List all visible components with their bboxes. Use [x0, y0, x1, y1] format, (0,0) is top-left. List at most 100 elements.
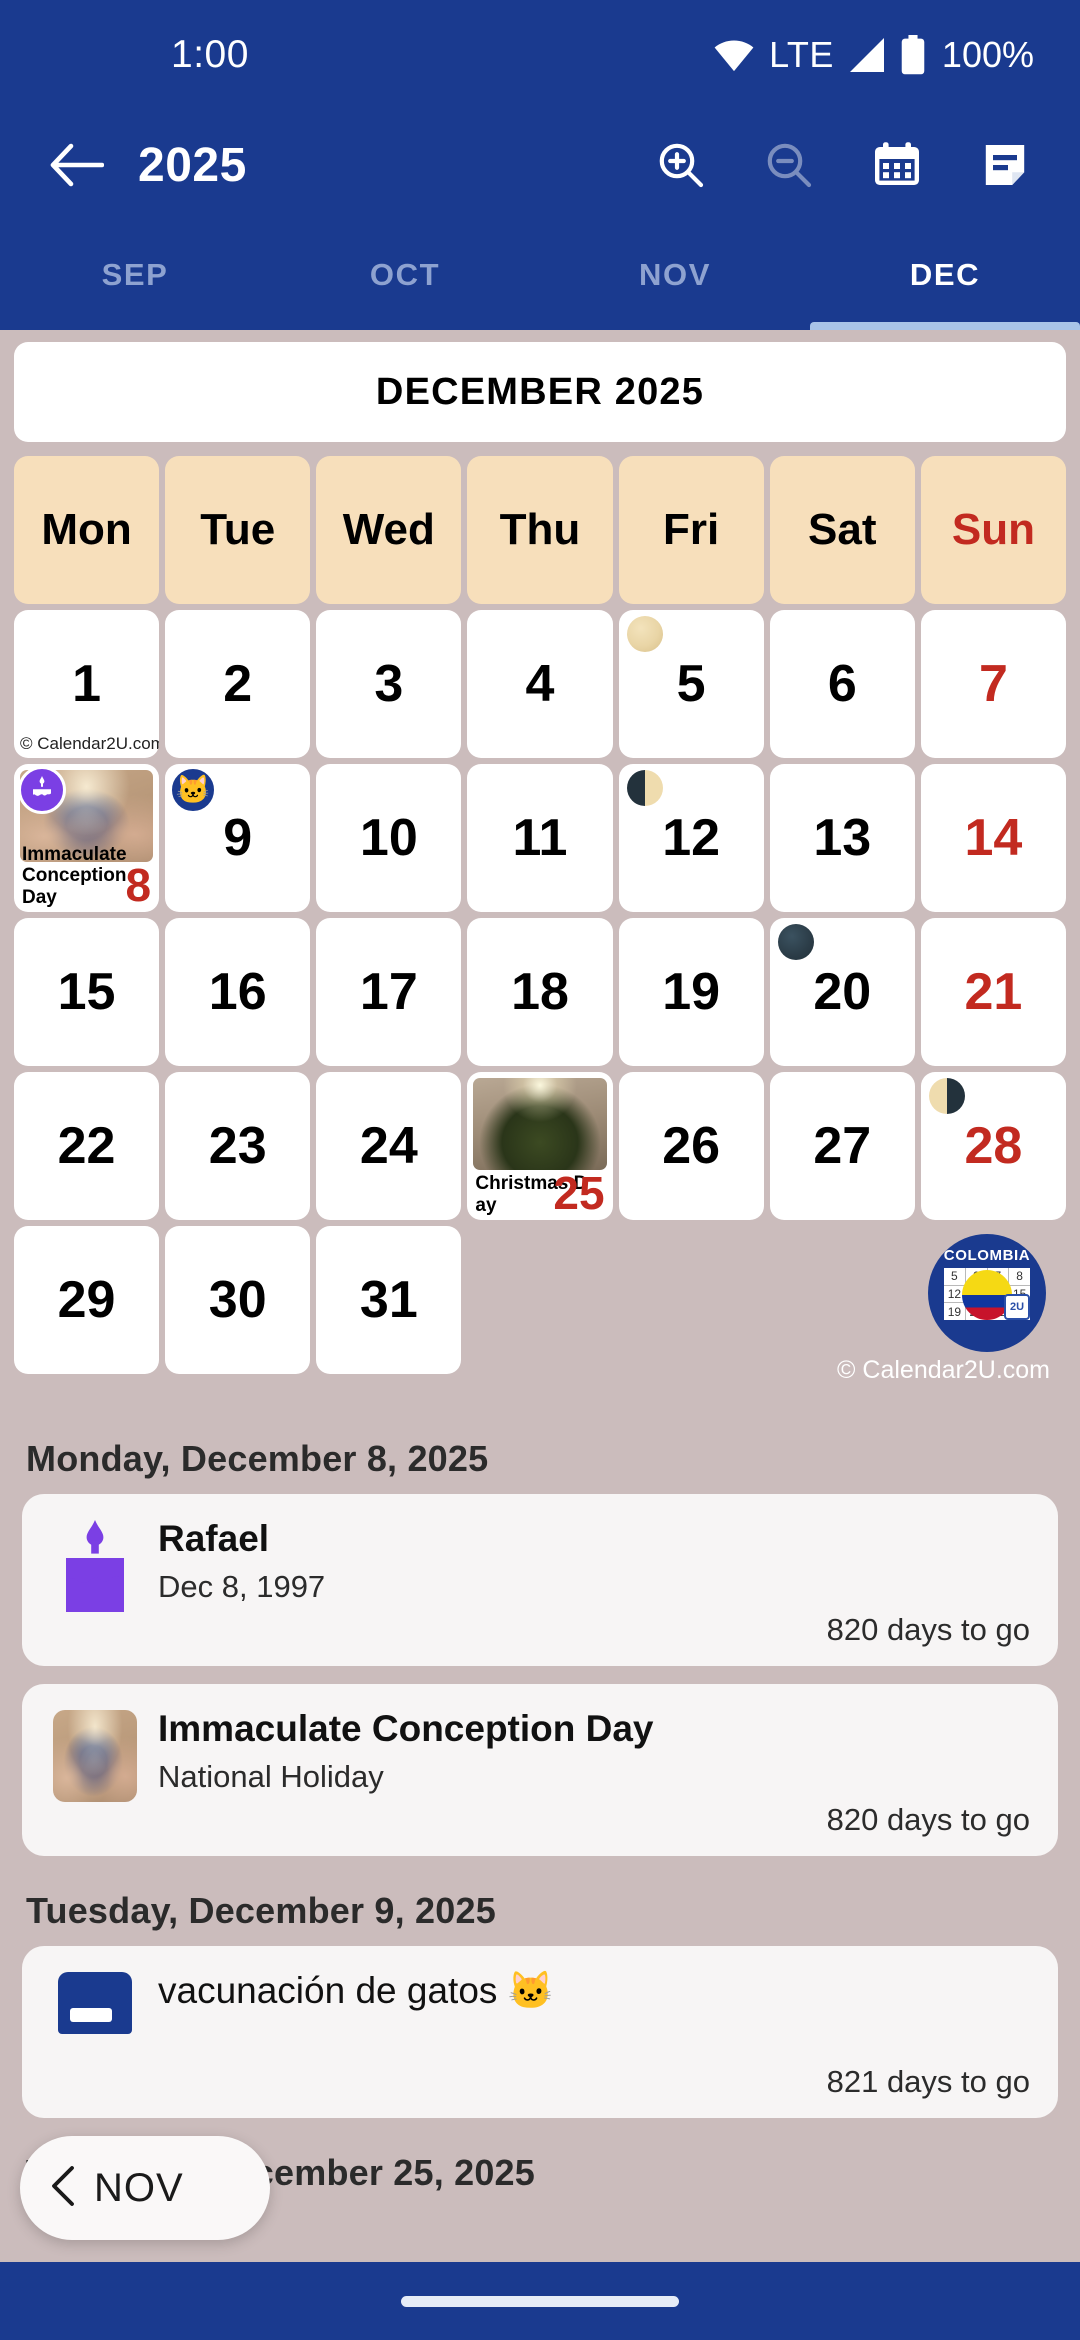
calendar-month-title: DECEMBER 2025 [14, 342, 1066, 442]
day-cell-4[interactable]: 4 [467, 610, 613, 758]
day-number: 6 [827, 655, 857, 713]
day-cell-14[interactable]: 14 [920, 764, 1066, 912]
notes-icon[interactable] [974, 134, 1036, 196]
day-number: 8 [125, 859, 152, 911]
day-number: 14 [964, 809, 1023, 867]
birthday-cake-icon [48, 1516, 142, 1648]
weekday-mon: Mon [14, 456, 160, 604]
day-cell-20[interactable]: 20 [769, 918, 915, 1066]
day-number: 22 [57, 1117, 116, 1175]
day-number: 18 [511, 963, 569, 1021]
day-number: 12 [662, 809, 721, 867]
weekday-wed: Wed [316, 456, 462, 604]
tab-sep[interactable]: SEP [0, 220, 270, 330]
zoom-in-icon[interactable] [650, 134, 712, 196]
event-subtitle: Dec 8, 1997 [158, 1568, 326, 1604]
day-number: 17 [359, 963, 418, 1021]
day-cell-27[interactable]: 27 [769, 1072, 915, 1220]
day-cell-13[interactable]: 13 [769, 764, 915, 912]
event-card-immaculate-conception[interactable]: Immaculate Conception Day National Holid… [22, 1684, 1058, 1856]
day-cell-22[interactable]: 22 [14, 1072, 160, 1220]
tab-dec[interactable]: DEC [810, 220, 1080, 330]
day-number: 13 [813, 809, 872, 867]
day-cell-29[interactable]: 29 [14, 1226, 160, 1374]
tab-oct[interactable]: OCT [270, 220, 540, 330]
back-arrow-icon[interactable] [46, 134, 108, 196]
calendar2u-footer-watermark: © Calendar2U.com [837, 1356, 1050, 1384]
new-moon-icon [777, 924, 814, 960]
wifi-icon [713, 38, 755, 72]
event-group-date-header: Monday, December 8, 2025 [26, 1438, 489, 1479]
previous-month-button[interactable]: NOV [20, 2136, 270, 2240]
battery-icon [900, 35, 926, 75]
day-cell-19[interactable]: 19 [618, 918, 764, 1066]
note-icon [48, 1968, 142, 2100]
chevron-left-icon [50, 2165, 76, 2212]
day-cell-3[interactable]: 3 [316, 610, 462, 758]
calendar-grid: Mon Tue Wed Thu Fri Sat Sun 1 © Calendar… [14, 456, 1066, 1374]
day-number: 27 [813, 1117, 872, 1175]
calendar-icon[interactable] [866, 134, 928, 196]
app-bar: 2025 [0, 110, 1080, 220]
event-title: Immaculate Conception Day [158, 1708, 654, 1749]
battery-percent-label: 100% [941, 34, 1034, 75]
tab-nov[interactable]: NOV [540, 220, 810, 330]
day-cell-2[interactable]: 2 [165, 610, 311, 758]
day-cell-28[interactable]: 28 [920, 1072, 1066, 1220]
zoom-out-icon[interactable] [758, 134, 820, 196]
day-cell-5[interactable]: 5 [618, 610, 764, 758]
status-clock: 1:00 [171, 33, 249, 76]
event-thumbnail-image [53, 1710, 137, 1802]
immaculate-conception-thumbnail [48, 1706, 142, 1838]
event-title: vacunación de gatos 🐱 [158, 1970, 554, 2011]
previous-month-label: NOV [94, 2165, 184, 2210]
day-number: 30 [208, 1271, 267, 1329]
day-cell-12[interactable]: 12 [618, 764, 764, 912]
day-cell-25[interactable]: Christmas Day 25 [467, 1072, 613, 1220]
event-countdown: 820 days to go [826, 1802, 1030, 1837]
calendar-week-row: Immaculate Conception Day 8 🐱 9 10 11 12 [14, 764, 1066, 912]
weekday-sun: Sun [920, 456, 1066, 604]
day-number: 1 [72, 655, 102, 713]
weekday-sat: Sat [769, 456, 915, 604]
day-number: 3 [374, 655, 404, 713]
day-cell-26[interactable]: 26 [618, 1072, 764, 1220]
day-cell-17[interactable]: 17 [316, 918, 462, 1066]
gesture-handle[interactable] [401, 2295, 679, 2307]
day-cell-empty [770, 1226, 915, 1374]
country-badge-colombia: COLOMBIA 5 6 7 8 12 15 19 20 21 2U [928, 1234, 1046, 1352]
day-number: 4 [525, 655, 555, 713]
day-number: 28 [964, 1117, 1023, 1175]
calendar-week-row: 1 © Calendar2U.com 2 3 4 5 6 7 [14, 610, 1066, 758]
day-cell-9[interactable]: 🐱 9 [165, 764, 311, 912]
day-cell-1[interactable]: 1 © Calendar2U.com [14, 610, 160, 758]
event-card-rafael[interactable]: Rafael Dec 8, 1997 820 days to go [22, 1494, 1058, 1666]
day-number: 5 [676, 655, 706, 713]
last-quarter-moon-icon [626, 770, 663, 806]
page-title: 2025 [138, 138, 247, 192]
day-cell-24[interactable]: 24 [316, 1072, 462, 1220]
day-cell-21[interactable]: 21 [920, 918, 1066, 1066]
day-cell-23[interactable]: 23 [165, 1072, 311, 1220]
event-card-vacunacion-de-gatos[interactable]: vacunación de gatos 🐱 821 days to go [22, 1946, 1058, 2118]
day-cell-18[interactable]: 18 [467, 918, 613, 1066]
day-number: 31 [359, 1271, 418, 1329]
day-number: 19 [662, 963, 721, 1021]
calendar2u-app-icon: 2U [1004, 1294, 1030, 1320]
day-cell-31[interactable]: 31 [316, 1226, 462, 1374]
day-cell-11[interactable]: 11 [467, 764, 613, 912]
day-number: 16 [208, 963, 267, 1021]
day-cell-30[interactable]: 30 [165, 1226, 311, 1374]
calendar-panel: DECEMBER 2025 Mon Tue Wed Thu Fri Sat Su… [0, 330, 1080, 1384]
day-cell-10[interactable]: 10 [316, 764, 462, 912]
country-badge-label: COLOMBIA [943, 1247, 1031, 1264]
day-cell-8[interactable]: Immaculate Conception Day 8 [14, 764, 160, 912]
day-cell-15[interactable]: 15 [14, 918, 160, 1066]
day-cell-16[interactable]: 16 [165, 918, 311, 1066]
day-cell-7[interactable]: 7 [920, 610, 1066, 758]
day-cell-6[interactable]: 6 [769, 610, 915, 758]
full-moon-icon [626, 616, 663, 652]
day-number: 26 [662, 1117, 721, 1175]
calendar-week-row: 22 23 24 Christmas Day 25 26 27 28 [14, 1072, 1066, 1220]
weekday-thu: Thu [467, 456, 613, 604]
